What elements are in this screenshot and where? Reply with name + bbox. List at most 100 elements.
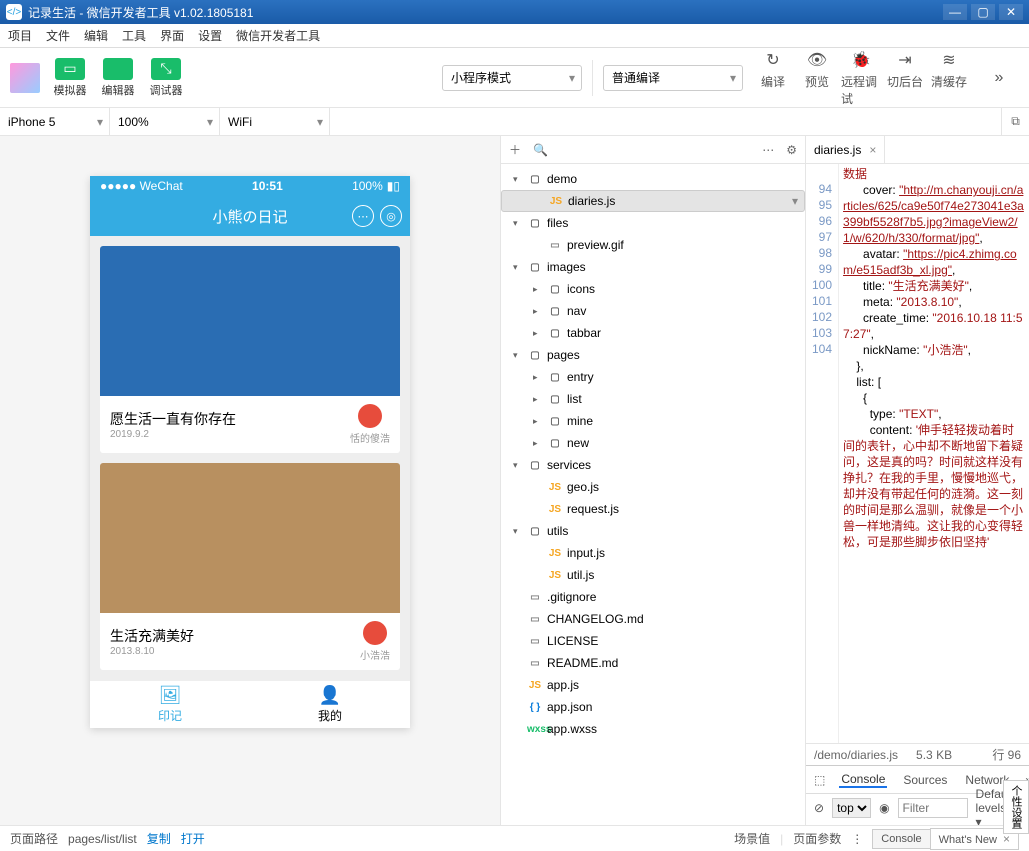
settings-icon[interactable]: ⚙ <box>786 143 797 157</box>
tree-node-geo.js[interactable]: JSgeo.js <box>501 476 805 498</box>
phone-frame: ●●●●● WeChat 10:51 100% ▮▯ 小熊の日记 ⋯ ◎ 愿生活… <box>90 176 410 728</box>
close-button[interactable]: ✕ <box>999 4 1023 20</box>
code-source[interactable]: 数据 cover: "http://m.chanyouji.cn/article… <box>839 164 1029 743</box>
inspect-icon[interactable]: ⬚ <box>814 773 825 787</box>
current-path: pages/list/list <box>68 832 137 846</box>
divider <box>592 60 593 96</box>
tree-node-services[interactable]: ▾▢services <box>501 454 805 476</box>
drawer-tab-Console[interactable]: Console <box>872 829 930 849</box>
toolbar-btn-模拟器[interactable]: ▭模拟器 <box>50 58 90 98</box>
eye-icon[interactable]: ◉ <box>879 801 889 815</box>
tree-node-new[interactable]: ▸▢new <box>501 432 805 454</box>
tree-node-app.json[interactable]: { }app.json <box>501 696 805 718</box>
menu-工具[interactable]: 工具 <box>122 27 146 44</box>
compile-select[interactable]: 普通编译 <box>603 65 743 91</box>
carrier-label: ●●●●● WeChat <box>100 179 183 193</box>
menu-微信开发者工具[interactable]: 微信开发者工具 <box>236 27 320 44</box>
tree-node-utils[interactable]: ▾▢utils <box>501 520 805 542</box>
menu-编辑[interactable]: 编辑 <box>84 27 108 44</box>
main-toolbar: ▭模拟器编辑器⤡调试器 小程序模式 普通编译 ↻编译👁预览🐞远程调试⇥切后台≋清… <box>0 48 1029 108</box>
more-icon[interactable]: ⋯ <box>762 143 774 157</box>
tab-console[interactable]: Console <box>839 772 887 788</box>
tab-印记[interactable]: 🖼印记 <box>90 681 250 728</box>
diary-card[interactable]: 生活充满美好2013.8.10小浩浩 <box>100 463 400 670</box>
editor-tabs: diaries.js × <box>806 136 1029 164</box>
menu-文件[interactable]: 文件 <box>46 27 70 44</box>
file-size: 5.3 KB <box>916 748 952 762</box>
menu-项目[interactable]: 项目 <box>8 27 32 44</box>
tree-node-entry[interactable]: ▸▢entry <box>501 366 805 388</box>
tree-node-app.wxss[interactable]: wxssapp.wxss <box>501 718 805 740</box>
tab-sources[interactable]: Sources <box>901 773 949 787</box>
tool-预览[interactable]: 👁预览 <box>797 49 837 107</box>
filter-input[interactable] <box>898 798 968 818</box>
tree-node-tabbar[interactable]: ▸▢tabbar <box>501 322 805 344</box>
tree-node-diaries.js[interactable]: JSdiaries.js <box>501 190 805 212</box>
menu-设置[interactable]: 设置 <box>198 27 222 44</box>
tree-node-images[interactable]: ▾▢images <box>501 256 805 278</box>
more-tools-icon[interactable]: » <box>979 67 1019 89</box>
battery-label: 100% <box>352 179 383 193</box>
devtools-panel: ⬚ Console Sources Network » ✖ 5 ▲ 2 ⋮ ⊘ … <box>806 765 1029 825</box>
user-avatar[interactable] <box>10 63 40 93</box>
header-more-icon[interactable]: ⋯ <box>352 205 374 227</box>
toolbar-btn-调试器[interactable]: ⤡调试器 <box>146 58 186 98</box>
simulator-panel: ●●●●● WeChat 10:51 100% ▮▯ 小熊の日记 ⋯ ◎ 愿生活… <box>0 136 500 825</box>
tree-node-README.md[interactable]: ▭README.md <box>501 652 805 674</box>
tab-label: diaries.js <box>814 143 861 157</box>
drawer-tabs: ConsoleWhat's New× <box>873 828 1019 850</box>
tool-编译[interactable]: ↻编译 <box>753 49 793 107</box>
mode-select[interactable]: 小程序模式 <box>442 65 582 91</box>
zoom-select[interactable]: 100% <box>110 108 220 135</box>
search-icon[interactable]: 🔍 <box>533 143 548 157</box>
network-select[interactable]: WiFi <box>220 108 330 135</box>
maximize-button[interactable]: ▢ <box>971 4 995 20</box>
tab-close-icon[interactable]: × <box>869 143 876 157</box>
app-icon: </> <box>6 4 22 20</box>
tree-node-nav[interactable]: ▸▢nav <box>501 300 805 322</box>
add-file-icon[interactable]: ＋ <box>509 141 521 158</box>
tree-node-preview.gif[interactable]: ▭preview.gif <box>501 234 805 256</box>
context-select[interactable]: top <box>832 798 871 818</box>
params-label[interactable]: 页面参数 <box>793 830 841 847</box>
tree-node-mine[interactable]: ▸▢mine <box>501 410 805 432</box>
explorer-toolbar: ＋ 🔍 ⋯ ⚙ <box>501 136 805 164</box>
editor-statusbar: /demo/diaries.js 5.3 KB 行 96 <box>806 743 1029 765</box>
tool-清缓存[interactable]: ≋清缓存 <box>929 49 969 107</box>
tree-node-input.js[interactable]: JSinput.js <box>501 542 805 564</box>
open-link[interactable]: 打开 <box>181 830 205 847</box>
code-editor[interactable]: 949596979899100101102103104 数据 cover: "h… <box>806 164 1029 743</box>
tab-我的[interactable]: 👤我的 <box>250 681 410 728</box>
tree-node-CHANGELOG.md[interactable]: ▭CHANGELOG.md <box>501 608 805 630</box>
clock-label: 10:51 <box>183 179 352 193</box>
tree-node-pages[interactable]: ▾▢pages <box>501 344 805 366</box>
tree-node-LICENSE[interactable]: ▭LICENSE <box>501 630 805 652</box>
tool-切后台[interactable]: ⇥切后台 <box>885 49 925 107</box>
tree-node-util.js[interactable]: JSutil.js <box>501 564 805 586</box>
copy-link[interactable]: 复制 <box>147 830 171 847</box>
tree-node-.gitignore[interactable]: ▭.gitignore <box>501 586 805 608</box>
toolbar-btn-编辑器[interactable]: 编辑器 <box>98 58 138 98</box>
drawer-toggle-icon[interactable]: ⋮ <box>851 832 863 846</box>
device-select[interactable]: iPhone 5 <box>0 108 110 135</box>
tree-node-files[interactable]: ▾▢files <box>501 212 805 234</box>
file-path: /demo/diaries.js <box>814 748 898 762</box>
tree-node-list[interactable]: ▸▢list <box>501 388 805 410</box>
clear-console-icon[interactable]: ⊘ <box>814 801 824 815</box>
tree-node-demo[interactable]: ▾▢demo <box>501 168 805 190</box>
copy-icon[interactable]: ⧉ <box>1001 108 1029 135</box>
minimize-button[interactable]: ― <box>943 4 967 20</box>
tree-node-app.js[interactable]: JSapp.js <box>501 674 805 696</box>
tree-node-icons[interactable]: ▸▢icons <box>501 278 805 300</box>
sidebar-settings-tab[interactable]: 个性设置 <box>1003 780 1029 834</box>
menu-界面[interactable]: 界面 <box>160 27 184 44</box>
file-tree[interactable]: ▾▢demoJSdiaries.js▾▢files▭preview.gif▾▢i… <box>501 164 805 825</box>
scene-label[interactable]: 场景值 <box>734 830 770 847</box>
header-target-icon[interactable]: ◎ <box>380 205 402 227</box>
tree-node-request.js[interactable]: JSrequest.js <box>501 498 805 520</box>
app-body[interactable]: 愿生活一直有你存在2019.9.2恬的傻浩生活充满美好2013.8.10小浩浩 <box>90 236 410 680</box>
line-gutter: 949596979899100101102103104 <box>806 164 839 743</box>
tool-远程调试[interactable]: 🐞远程调试 <box>841 49 881 107</box>
diary-card[interactable]: 愿生活一直有你存在2019.9.2恬的傻浩 <box>100 246 400 453</box>
editor-tab-diaries[interactable]: diaries.js × <box>806 136 885 163</box>
